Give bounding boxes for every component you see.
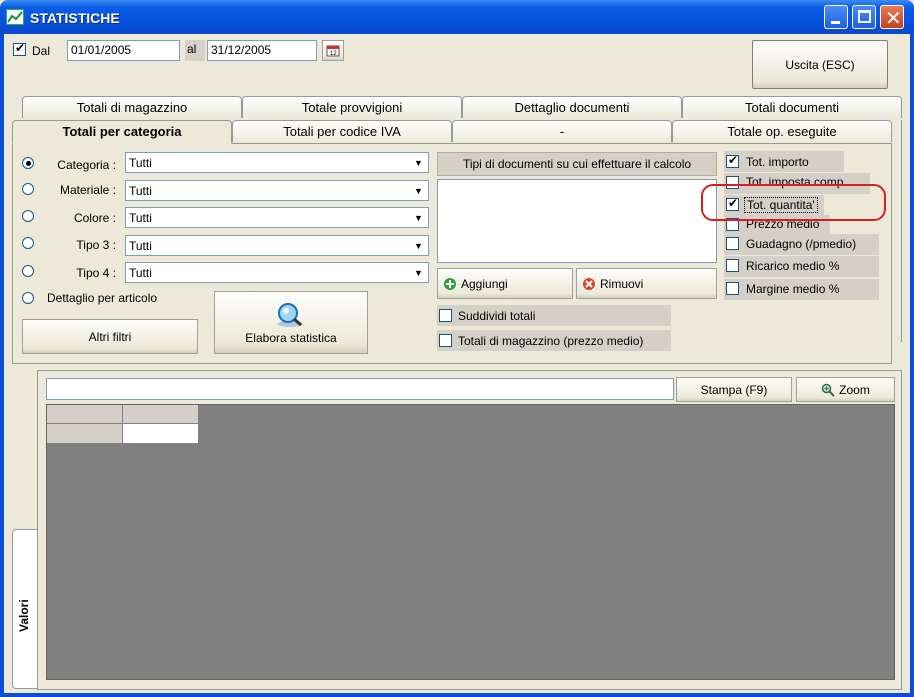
combo-value: Tutti: [129, 239, 152, 253]
rimuovi-button[interactable]: Rimuovi: [576, 268, 717, 299]
maximize-icon: [858, 10, 871, 23]
dal-label: Dal: [32, 44, 51, 58]
chevron-down-icon[interactable]: ▼: [410, 264, 427, 281]
combo-categoria[interactable]: Tutti ▼: [125, 152, 429, 173]
close-button[interactable]: ✕: [880, 5, 904, 30]
elabora-statistica-label: Elabora statistica: [245, 330, 337, 345]
tab-totale-op-eseguite[interactable]: Totale op. eseguite: [672, 120, 892, 142]
radio-colore[interactable]: [22, 210, 34, 222]
chevron-down-icon[interactable]: ▼: [410, 209, 427, 226]
side-tab-valori[interactable]: Valori: [12, 529, 38, 689]
chevron-down-icon[interactable]: ▼: [410, 237, 427, 254]
combo-value: Tutti: [129, 156, 152, 170]
magnifier-icon: [277, 302, 303, 327]
tot-importo-checkbox[interactable]: [726, 153, 739, 168]
svg-text:12: 12: [330, 51, 337, 57]
grid-row-header-cell: [47, 424, 123, 443]
title-bar[interactable]: STATISTICHE ✕: [0, 0, 914, 34]
rimuovi-label: Rimuovi: [600, 276, 644, 291]
radio-categoria[interactable]: [22, 157, 34, 169]
close-icon: ✕: [885, 8, 902, 30]
combo-materiale[interactable]: Tutti ▼: [125, 180, 429, 201]
grid-header-cell: [47, 405, 123, 424]
grid-cell[interactable]: [123, 424, 199, 443]
ricarico-checkbox[interactable]: [726, 259, 739, 272]
combo-tipo-3[interactable]: Tutti ▼: [125, 235, 429, 256]
date-to-input[interactable]: 31/12/2005: [207, 40, 317, 61]
zoom-icon: [821, 383, 835, 397]
calendar-icon: 12: [326, 45, 340, 57]
tab-dettaglio-documenti[interactable]: Dettaglio documenti: [462, 96, 682, 118]
side-tab-label: Valori: [17, 599, 31, 632]
dal-checkbox[interactable]: [13, 41, 26, 56]
totali-magazzino-label: Totali di magazzino (prezzo medio): [458, 334, 644, 348]
tab-totali-documenti[interactable]: Totali documenti: [682, 96, 902, 118]
radio-tipo-3[interactable]: [22, 237, 34, 249]
guadagno-checkbox[interactable]: [726, 237, 739, 250]
aggiungi-button[interactable]: Aggiungi: [437, 268, 573, 299]
combo-value: Tutti: [129, 211, 152, 225]
chevron-down-icon[interactable]: ▼: [410, 182, 427, 199]
statistics-app-icon: [6, 9, 24, 25]
highlight-annotation: [701, 184, 886, 221]
radio-tipo-4[interactable]: [22, 265, 34, 277]
guadagno-label: Guadagno (/pmedio): [746, 237, 857, 251]
date-from-input[interactable]: 01/01/2005: [67, 40, 180, 61]
filter-label-tipo-4: Tipo 4 :: [76, 266, 116, 280]
radio-dettaglio-per-articolo[interactable]: [22, 292, 34, 304]
radio-materiale[interactable]: [22, 183, 34, 195]
detail-article-label: Dettaglio per articolo: [47, 291, 158, 305]
filter-label-categoria: Categoria :: [57, 158, 116, 172]
combo-colore[interactable]: Tutti ▼: [125, 207, 429, 228]
filter-label-materiale: Materiale :: [59, 183, 116, 197]
tot-importo-label: Tot. importo: [746, 155, 809, 169]
al-label: al: [185, 40, 205, 61]
altri-filtri-button[interactable]: Altri filtri: [22, 319, 198, 354]
add-icon: [444, 277, 456, 290]
exit-button[interactable]: Uscita (ESC): [752, 40, 888, 89]
suddividi-totali-label: Suddividi totali: [458, 309, 536, 323]
combo-value: Tutti: [129, 184, 152, 198]
tab-dash[interactable]: -: [452, 120, 672, 142]
zoom-label: Zoom: [839, 382, 870, 397]
calendar-button[interactable]: 12: [322, 40, 344, 61]
panel-edge: [892, 120, 902, 342]
minimize-button[interactable]: [824, 5, 848, 29]
doc-types-list[interactable]: [437, 179, 717, 263]
tab-totali-per-categoria[interactable]: Totali per categoria: [12, 120, 232, 144]
remove-icon: [583, 277, 595, 290]
doc-types-header: Tipi di documenti su cui effettuare il c…: [437, 152, 717, 176]
maximize-button[interactable]: [852, 5, 876, 29]
stampa-button[interactable]: Stampa (F9): [676, 377, 792, 402]
aggiungi-label: Aggiungi: [461, 276, 508, 291]
window-title: STATISTICHE: [30, 10, 120, 26]
tab-totali-per-codice-iva[interactable]: Totali per codice IVA: [232, 120, 452, 142]
combo-tipo-4[interactable]: Tutti ▼: [125, 262, 429, 283]
grid-header-cell: [123, 405, 199, 424]
results-title-input[interactable]: [46, 378, 674, 400]
combo-value: Tutti: [129, 266, 152, 280]
chevron-down-icon[interactable]: ▼: [410, 154, 427, 171]
filter-label-colore: Colore :: [73, 211, 116, 225]
tab-totale-provvigioni[interactable]: Totale provvigioni: [242, 96, 462, 118]
tab-totali-di-magazzino[interactable]: Totali di magazzino: [22, 96, 242, 118]
suddividi-totali-checkbox[interactable]: [439, 309, 452, 322]
margine-checkbox[interactable]: [726, 282, 739, 295]
margine-label: Margine medio %: [746, 282, 840, 296]
elabora-statistica-button[interactable]: Elabora statistica: [214, 291, 368, 354]
results-grid[interactable]: [46, 404, 895, 680]
zoom-button[interactable]: Zoom: [796, 377, 895, 402]
minimize-icon: [831, 21, 840, 24]
totali-magazzino-checkbox[interactable]: [439, 334, 452, 347]
ricarico-label: Ricarico medio %: [746, 259, 840, 273]
filter-label-tipo-3: Tipo 3 :: [76, 238, 116, 252]
